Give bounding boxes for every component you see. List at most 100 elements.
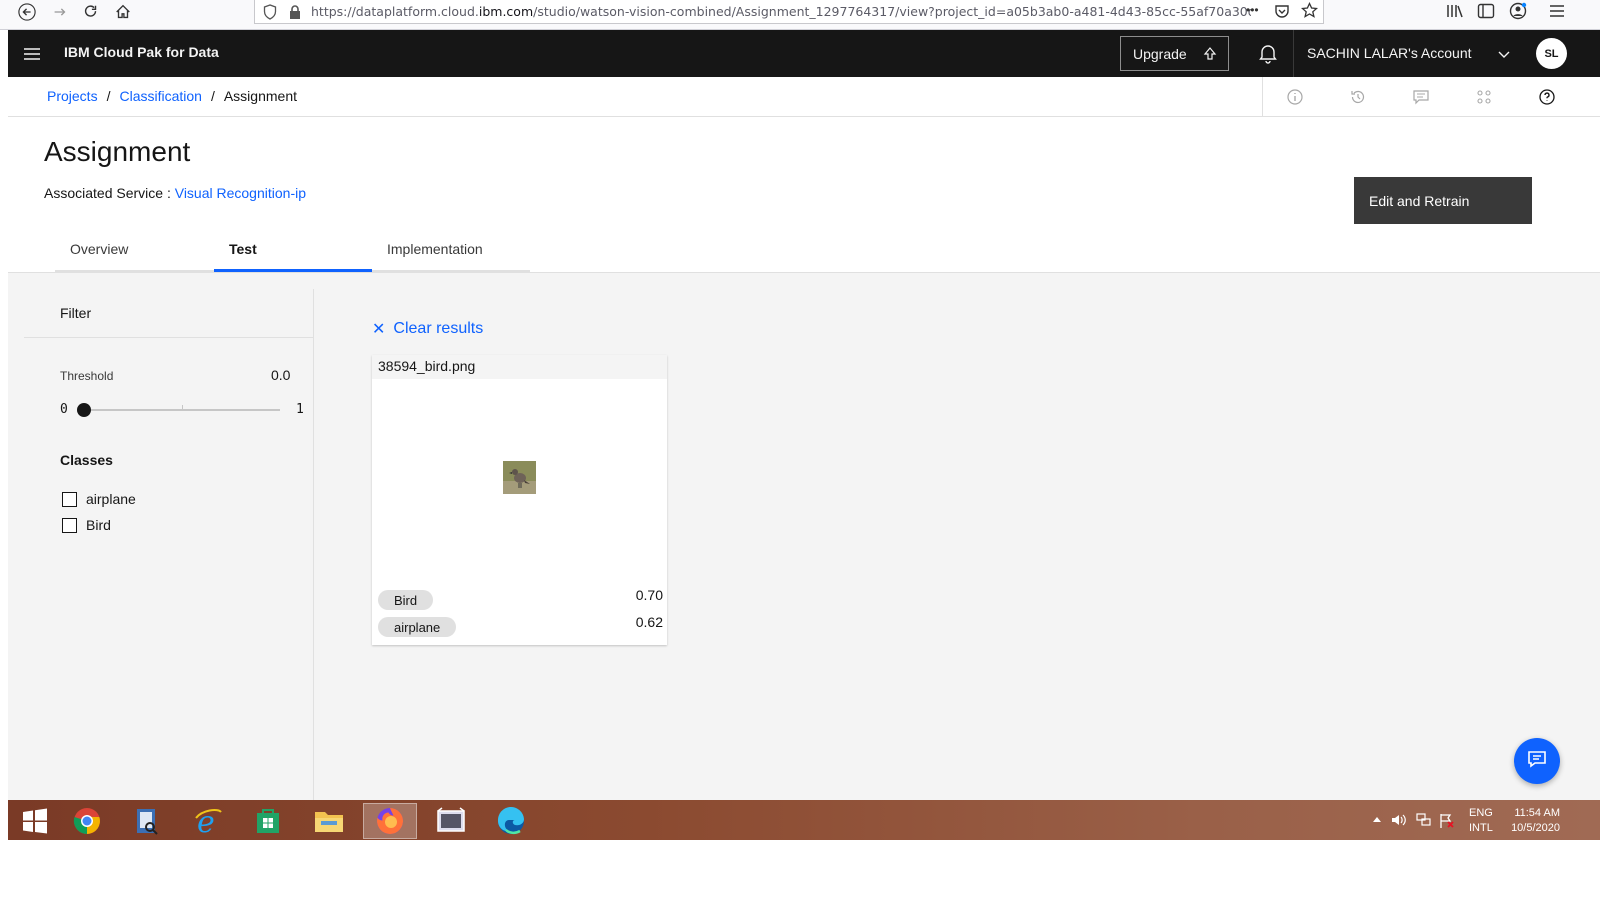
filter-panel: Filter Threshold 0.0 0 1 Classes airplan…: [24, 289, 314, 800]
home-icon[interactable]: [108, 0, 138, 24]
contacts-app-icon[interactable]: [120, 803, 174, 839]
slider-handle[interactable]: [77, 403, 91, 417]
page-title: Assignment: [44, 136, 191, 167]
help-icon[interactable]: [1538, 88, 1556, 106]
breadcrumb: Projects / Classification / Assignment: [47, 88, 297, 104]
edit-and-retrain-button[interactable]: Edit and Retrain: [1354, 177, 1532, 224]
lock-icon: [288, 4, 302, 23]
breadcrumb-projects[interactable]: Projects: [47, 88, 98, 104]
associated-service-link[interactable]: Visual Recognition-ip: [175, 185, 306, 201]
reload-icon[interactable]: [76, 0, 106, 24]
clear-results-label: Clear results: [393, 320, 484, 337]
notification-bell-icon[interactable]: [1256, 41, 1280, 65]
action-center-flag-icon[interactable]: [1439, 813, 1455, 832]
breadcrumb-separator: /: [106, 88, 111, 104]
brand-name[interactable]: IBM Cloud Pak for Data: [64, 44, 219, 60]
asset-toolbar: [1262, 77, 1600, 117]
network-icon[interactable]: [1416, 813, 1432, 830]
checkbox[interactable]: [62, 491, 77, 507]
store-icon[interactable]: [241, 803, 295, 839]
back-icon[interactable]: [12, 0, 42, 24]
result-card[interactable]: 38594_bird.png Bird 0.70 airplane 0.62: [372, 355, 667, 645]
class-score: 0.62: [635, 614, 663, 630]
chat-button[interactable]: [1514, 738, 1560, 784]
tab-implementation[interactable]: Implementation: [372, 236, 530, 272]
menu-icon[interactable]: [1548, 3, 1566, 24]
class-label: airplane: [86, 491, 136, 507]
chrome-icon[interactable]: [60, 803, 114, 839]
threshold-label: Threshold: [60, 369, 114, 383]
class-filter-airplane[interactable]: airplane: [62, 491, 136, 507]
classes-title: Classes: [60, 452, 113, 468]
filter-divider: [24, 337, 314, 338]
history-icon[interactable]: [1349, 88, 1367, 106]
media-player-icon[interactable]: [424, 803, 478, 839]
shield-icon: [263, 4, 277, 23]
result-row-airplane: airplane 0.62: [378, 614, 663, 639]
upgrade-label: Upgrade: [1133, 45, 1187, 62]
keyboard-layout: INTL: [1469, 822, 1493, 834]
test-content-area: Filter Threshold 0.0 0 1 Classes airplan…: [8, 273, 1600, 800]
windows-start-icon[interactable]: [8, 803, 62, 839]
class-tag: Bird: [378, 590, 434, 610]
library-icon[interactable]: [1446, 3, 1464, 24]
breadcrumb-bar: Projects / Classification / Assignment: [8, 77, 1600, 117]
slider-min-label: 0: [60, 402, 68, 417]
browser-toolbar: https://dataplatform.cloud.ibm.com/studi…: [0, 0, 1600, 30]
tab-overview[interactable]: Overview: [55, 236, 214, 272]
threshold-value: 0.0: [271, 367, 291, 383]
bookmark-star-icon[interactable]: [1300, 1, 1319, 22]
url-text: https://dataplatform.cloud.ibm.com/studi…: [311, 4, 1251, 19]
info-icon[interactable]: [1286, 88, 1304, 106]
chevron-down-icon[interactable]: [1496, 46, 1512, 62]
tray-expand-icon[interactable]: [1372, 814, 1382, 826]
header-divider: [1293, 30, 1294, 77]
volume-icon[interactable]: [1391, 813, 1407, 830]
breadcrumb-separator: /: [210, 88, 215, 104]
associated-service: Associated Service : Visual Recognition-…: [44, 185, 306, 201]
breadcrumb-classification[interactable]: Classification: [119, 88, 201, 104]
class-filter-bird[interactable]: Bird: [62, 517, 111, 533]
clear-results-link[interactable]: ✕ Clear results: [372, 319, 483, 339]
profile-icon[interactable]: [1509, 2, 1527, 25]
forward-icon[interactable]: [45, 0, 75, 24]
url-bar[interactable]: https://dataplatform.cloud.ibm.com/studi…: [254, 0, 1324, 24]
hamburger-menu-icon[interactable]: [20, 42, 44, 66]
slider-midpoint-tick: [182, 405, 183, 409]
pocket-icon[interactable]: [1274, 3, 1290, 22]
upgrade-button[interactable]: Upgrade: [1120, 36, 1229, 71]
language-indicator[interactable]: ENG INTL: [1469, 806, 1499, 836]
edge-icon[interactable]: [484, 803, 538, 839]
account-switcher[interactable]: SACHIN LALAR's Account: [1307, 45, 1472, 61]
windows-taskbar: e ENG INTL 11:54 AM 10/5/2020: [8, 800, 1600, 840]
internet-explorer-icon[interactable]: e: [181, 803, 235, 839]
tab-test[interactable]: Test: [214, 236, 372, 272]
checkbox[interactable]: [62, 517, 77, 533]
comments-icon[interactable]: [1412, 88, 1430, 106]
screen-bottom-margin: [0, 840, 1600, 900]
tab-list: Overview Test Implementation: [55, 236, 530, 272]
class-score: 0.70: [635, 587, 663, 603]
app-header: IBM Cloud Pak for Data Upgrade SACHIN LA…: [8, 30, 1600, 77]
result-filename: 38594_bird.png: [372, 355, 667, 379]
breadcrumb-current: Assignment: [223, 88, 297, 104]
page-actions-icon[interactable]: •••: [1246, 3, 1259, 17]
avatar[interactable]: SL: [1536, 38, 1567, 69]
chat-icon: [1526, 748, 1548, 775]
file-explorer-icon[interactable]: [302, 803, 356, 839]
sidebar-icon[interactable]: [1477, 3, 1495, 24]
arrow-up-icon: [1202, 46, 1218, 62]
class-tag: airplane: [378, 617, 457, 637]
bird-thumbnail: [503, 461, 536, 494]
collaborators-icon[interactable]: [1475, 88, 1493, 106]
threshold-slider[interactable]: [77, 403, 280, 417]
clock[interactable]: 11:54 AM 10/5/2020: [1504, 806, 1560, 836]
language-code: ENG: [1469, 807, 1493, 819]
firefox-icon[interactable]: [363, 803, 417, 839]
clock-date: 10/5/2020: [1511, 822, 1560, 834]
associated-service-label: Associated Service :: [44, 185, 175, 201]
result-row-bird: Bird 0.70: [378, 587, 663, 612]
slider-max-label: 1: [296, 402, 304, 417]
filter-title: Filter: [60, 305, 92, 321]
clock-time: 11:54 AM: [1514, 807, 1560, 819]
